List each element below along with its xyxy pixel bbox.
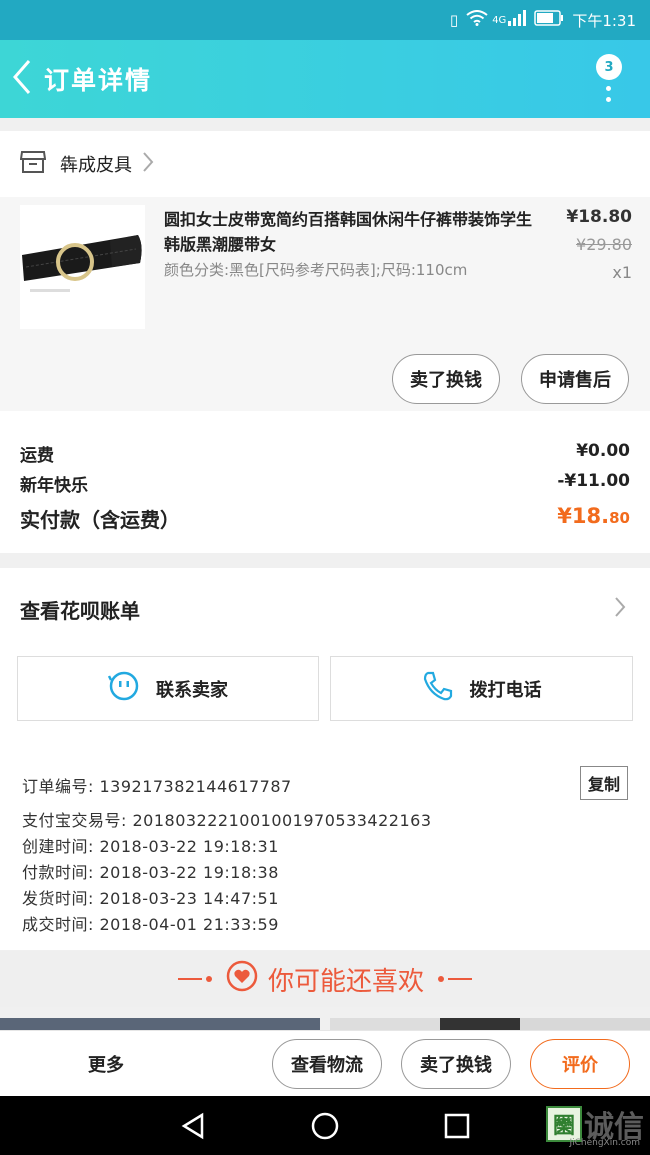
paid-time: 付款时间: 2018-03-22 19:18:38 (22, 863, 279, 882)
recommend-image[interactable] (440, 1018, 520, 1030)
store-icon (19, 150, 47, 178)
discount-label: 新年快乐 (20, 476, 88, 496)
shipping-row: 运费 ¥0.00 (20, 441, 630, 466)
fee-summary: 运费 ¥0.00 新年快乐 -¥11.00 实付款（含运费） ¥18.80 (0, 411, 650, 553)
alipay-trade-number: 支付宝交易号: 2018032221001001970533422163 (22, 811, 432, 830)
paid-amount-dec: 80 (609, 509, 630, 527)
signal-icon (508, 9, 527, 31)
shop-row[interactable]: 犇成皮具 (0, 131, 650, 197)
order-item[interactable]: 圆扣女士皮带宽简约百搭韩国休闲牛仔裤带装饰学生韩版黑潮腰带女 颜色分类:黑色[尺… (0, 197, 650, 411)
shipping-value: ¥0.00 (576, 441, 630, 461)
paid-row: 实付款（含运费） ¥18.80 (20, 504, 630, 533)
discount-value: -¥11.00 (557, 471, 630, 491)
recommend-image[interactable] (520, 1018, 650, 1030)
heart-icon (226, 960, 258, 999)
resell-bottom-button[interactable]: 卖了换钱 (401, 1039, 511, 1089)
created-time: 创建时间: 2018-03-22 19:18:31 (22, 837, 279, 856)
contact-seller-button[interactable]: 联系卖家 (17, 656, 319, 721)
copy-button[interactable]: 复制 (580, 766, 628, 800)
order-info: 订单编号: 1392173821446177​87 复制 支付宝交易号: 201… (0, 744, 650, 950)
product-title[interactable]: 圆扣女士皮带宽简约百搭韩国休闲牛仔裤带装饰学生韩版黑潮腰带女 (164, 207, 534, 257)
paid-label: 实付款（含运费） (20, 508, 180, 532)
recommend-header: 你可能还喜欢 (0, 951, 650, 1007)
view-logistics-button[interactable]: 查看物流 (272, 1039, 382, 1089)
product-quantity: x1 (612, 263, 632, 282)
recommend-image[interactable] (0, 1018, 320, 1030)
product-image[interactable] (20, 205, 145, 329)
call-button[interactable]: 拨打电话 (330, 656, 633, 721)
shipping-label: 运费 (20, 446, 54, 466)
chat-icon (107, 670, 140, 707)
more-vertical-icon (606, 86, 612, 108)
system-nav-bar: 圞 诚信 JiChengXin.com (0, 1096, 650, 1155)
paid-amount-int: ¥18. (557, 504, 610, 528)
call-label: 拨打电话 (469, 679, 542, 701)
wifi-icon (466, 10, 488, 30)
huabei-label: 查看花呗账单 (20, 598, 140, 623)
completed-time: 成交时间: 2018-04-01 21:33:59 (22, 915, 279, 934)
resell-button[interactable]: 卖了换钱 (392, 354, 500, 404)
message-badge: 3 (596, 54, 622, 80)
page-title: 订单详情 (44, 66, 153, 95)
product-sku: 颜色分类:黑色[尺码参考尺码表];尺码:110cm (164, 261, 468, 279)
chevron-right-icon (142, 151, 154, 177)
nav-recents-icon[interactable] (444, 1113, 470, 1143)
back-button[interactable] (0, 40, 44, 118)
recommend-title: 你可能还喜欢 (267, 966, 424, 997)
huabei-bill-row[interactable]: 查看花呗账单 (0, 568, 650, 650)
product-price: ¥18.80 (566, 207, 632, 227)
clock: 下午1:31 (572, 11, 636, 30)
app-header: 订单详情 3 (0, 40, 650, 118)
chevron-left-icon (12, 59, 32, 99)
chevron-right-icon (614, 596, 626, 623)
bottom-action-bar: 更多 查看物流 卖了换钱 评价 (0, 1030, 650, 1096)
contact-seller-label: 联系卖家 (156, 679, 228, 701)
battery-icon (534, 10, 564, 30)
paid-amount: ¥18.80 (557, 504, 630, 533)
watermark-logo: 圞 诚信 JiChengXin.com (546, 1102, 644, 1148)
shop-name: 犇成皮具 (60, 155, 132, 176)
network-label: 4G (492, 14, 507, 26)
order-number: 订单编号: 1392173821446177​87 (22, 777, 292, 796)
phone-icon (422, 670, 454, 707)
product-original-price: ¥29.80 (576, 235, 632, 254)
status-bar: ▯ 4G 下午1:31 (0, 0, 650, 40)
discount-row: 新年快乐 -¥11.00 (20, 471, 630, 496)
watermark-sub: JiChengXin.com (569, 1138, 640, 1148)
more-menu-button[interactable]: 3 (594, 54, 624, 104)
vibrate-icon: ▯ (449, 11, 459, 29)
recommend-image[interactable] (330, 1018, 440, 1030)
more-button[interactable]: 更多 (88, 1051, 124, 1077)
review-button[interactable]: 评价 (530, 1039, 630, 1089)
nav-home-icon[interactable] (310, 1111, 340, 1145)
after-sale-button[interactable]: 申请售后 (521, 354, 629, 404)
shipped-time: 发货时间: 2018-03-23 14:47:51 (22, 889, 279, 908)
nav-back-icon[interactable] (180, 1112, 206, 1144)
watermark-mark: 圞 (546, 1106, 582, 1142)
